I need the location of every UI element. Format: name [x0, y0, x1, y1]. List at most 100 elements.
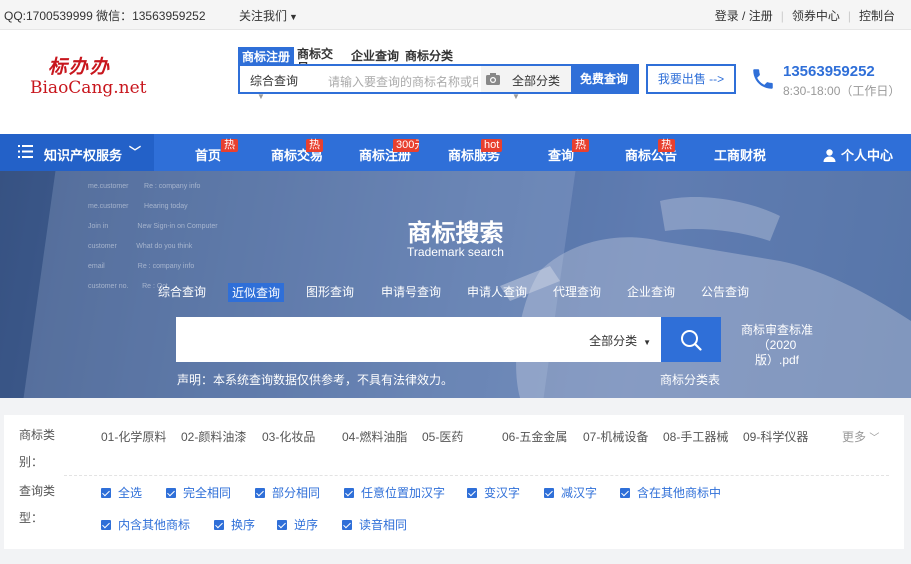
background-text: customer no. Re : Oct	[88, 283, 168, 290]
hero-search-button[interactable]	[661, 317, 721, 362]
hero-title: 商标搜索	[407, 220, 504, 247]
checkbox-swap-order[interactable]: 换序	[214, 516, 255, 533]
divider	[64, 475, 889, 476]
sell-button[interactable]: 我要出售 -->	[646, 64, 736, 94]
checkbox-remove-char[interactable]: 减汉字	[544, 484, 597, 501]
checkbox-select-all[interactable]: 全选	[101, 484, 142, 501]
logo-cn: 标办办	[48, 56, 112, 78]
disclaimer-notice: 声明：本系统查询数据仅供参考，不具有法律效力。	[177, 373, 454, 387]
login-register-link[interactable]: 登录 / 注册	[715, 9, 773, 23]
camera-icon[interactable]	[485, 72, 501, 86]
hot-badge: hot	[481, 139, 503, 152]
checkbox-checked-icon	[101, 488, 111, 498]
hero-search-input[interactable]: 全部分类 ▼	[176, 317, 661, 362]
checkbox-label: 含在其他商标中	[637, 486, 722, 500]
hotline-hours: 8:30-18:00（工作日）	[783, 84, 901, 98]
class-option[interactable]: 08-手工器械	[663, 428, 728, 445]
checkbox-label: 换序	[231, 518, 256, 532]
hero-subtitle: Trademark search	[407, 245, 504, 259]
tab-trademark-class[interactable]: 商标分类	[405, 47, 453, 64]
caret-down-icon: ▼	[289, 12, 298, 22]
query-type-comprehensive[interactable]: 综合查询	[158, 283, 206, 300]
class-option[interactable]: 02-颜料油漆	[181, 428, 246, 445]
class-option[interactable]: 03-化妆品	[262, 428, 315, 445]
contact-info: QQ:1700539999 微信：13563959252	[4, 9, 206, 23]
filter-panel: 商标类别： 01-化学原料 02-颜料油漆 03-化妆品 04-燃料油脂 05-…	[4, 415, 904, 549]
checkbox-checked-icon	[344, 488, 354, 498]
checkbox-contained-in-other[interactable]: 含在其他商标中	[620, 484, 721, 501]
checkbox-change-char[interactable]: 变汉字	[467, 484, 520, 501]
nav-item-trademark-register[interactable]: 300元商标注册	[359, 139, 419, 164]
search-icon	[681, 330, 702, 351]
free-query-button[interactable]: 免费查询	[571, 66, 637, 92]
ipr-services-label: 知识产权服务	[44, 148, 123, 163]
checkbox-checked-icon	[101, 520, 111, 530]
coupon-center-link[interactable]: 领券中心	[792, 9, 840, 23]
nav-item-home[interactable]: 热首页	[195, 139, 238, 164]
checkbox-partial-match[interactable]: 部分相同	[255, 484, 320, 501]
caret-down-icon: ▼	[512, 92, 520, 101]
logo[interactable]: 标办办 BiaoCang.net	[30, 52, 160, 102]
checkbox-add-char[interactable]: 任意位置加汉字	[344, 484, 445, 501]
checkbox-exact-match[interactable]: 完全相同	[166, 484, 231, 501]
price-badge: 300元	[393, 139, 419, 152]
query-type-applicant[interactable]: 申请人查询	[467, 283, 527, 300]
caret-down-icon: ▼	[643, 338, 651, 347]
ipr-services-menu[interactable]: 知识产权服务 ﹀	[0, 134, 154, 171]
nav-item-label: 查询	[548, 148, 575, 163]
checkbox-label: 完全相同	[183, 486, 232, 500]
follow-us-label: 关注我们	[239, 9, 288, 23]
class-filter-label: 商标类别：	[19, 428, 56, 469]
category-select-label: 全部分类	[512, 74, 561, 88]
query-type-similar[interactable]: 近似查询	[228, 283, 285, 302]
checkbox-reverse-order[interactable]: 逆序	[277, 516, 318, 533]
class-option[interactable]: 05-医药	[422, 428, 463, 445]
background-hands-image	[500, 196, 911, 398]
hot-badge: 热	[658, 139, 675, 152]
nav-item-business-tax[interactable]: 工商财税	[714, 145, 766, 164]
checkbox-same-pronunciation[interactable]: 读音相同	[342, 516, 407, 533]
tab-company-query[interactable]: 企业查询	[351, 47, 399, 64]
review-standard-pdf-link[interactable]: 商标审查标准（2020版）.pdf	[736, 323, 818, 368]
chevron-down-icon: ﹀	[129, 145, 142, 159]
query-type-application-no[interactable]: 申请号查询	[381, 283, 441, 300]
query-type-notice[interactable]: 公告查询	[701, 283, 749, 300]
query-type-image[interactable]: 图形查询	[306, 283, 354, 300]
nav-item-query[interactable]: 热查询	[548, 139, 589, 164]
console-link[interactable]: 控制台	[859, 9, 895, 23]
background-text: me.customer Re : company info	[88, 183, 201, 190]
checkbox-label: 逆序	[294, 518, 319, 532]
query-type-agent[interactable]: 代理查询	[553, 283, 601, 300]
more-classes-toggle[interactable]: 更多 ﹀	[842, 428, 879, 445]
nav-item-trademark-trade[interactable]: 热商标交易	[271, 139, 323, 164]
checkbox-label: 部分相同	[272, 486, 321, 500]
background-text: me.customer Hearing today	[88, 203, 188, 210]
class-option[interactable]: 06-五金金属	[502, 428, 567, 445]
checkbox-checked-icon	[214, 520, 224, 530]
phone-icon	[753, 69, 773, 89]
class-option[interactable]: 04-燃料油脂	[342, 428, 407, 445]
class-option[interactable]: 07-机械设备	[583, 428, 648, 445]
background-text: email Re : company info	[88, 263, 195, 270]
user-center-link[interactable]: 个人中心	[823, 145, 893, 164]
more-label: 更多	[842, 430, 867, 444]
class-option[interactable]: 09-科学仪器	[743, 428, 808, 445]
hot-badge: 热	[572, 139, 589, 152]
nav-item-trademark-service[interactable]: hot 商标服务	[448, 139, 503, 164]
hero-category-select[interactable]: 全部分类 ▼	[589, 332, 651, 349]
top-links: 登录 / 注册 | 领券中心 | 控制台	[715, 7, 895, 24]
class-option[interactable]: 01-化学原料	[101, 428, 166, 445]
search-type-select[interactable]: 综合查询	[250, 72, 298, 89]
checkbox-checked-icon	[620, 488, 630, 498]
user-center-label: 个人中心	[840, 148, 893, 163]
query-type-company[interactable]: 企业查询	[627, 283, 675, 300]
checkbox-checked-icon	[342, 520, 352, 530]
header: 标办办 BiaoCang.net 商标注册 商标交易 企业查询 商标分类 综合查…	[0, 30, 911, 134]
nav-item-trademark-notice[interactable]: 热商标公告	[625, 139, 677, 164]
class-table-link[interactable]: 商标分类表	[660, 371, 720, 388]
checkbox-checked-icon	[255, 488, 265, 498]
nav-item-label: 首页	[195, 148, 222, 163]
header-search-input[interactable]: 请输入要查询的商标名称或申请号	[328, 73, 478, 90]
checkbox-contains-other[interactable]: 内含其他商标	[101, 516, 190, 533]
follow-us-menu[interactable]: 关注我们 ▼	[239, 7, 298, 24]
